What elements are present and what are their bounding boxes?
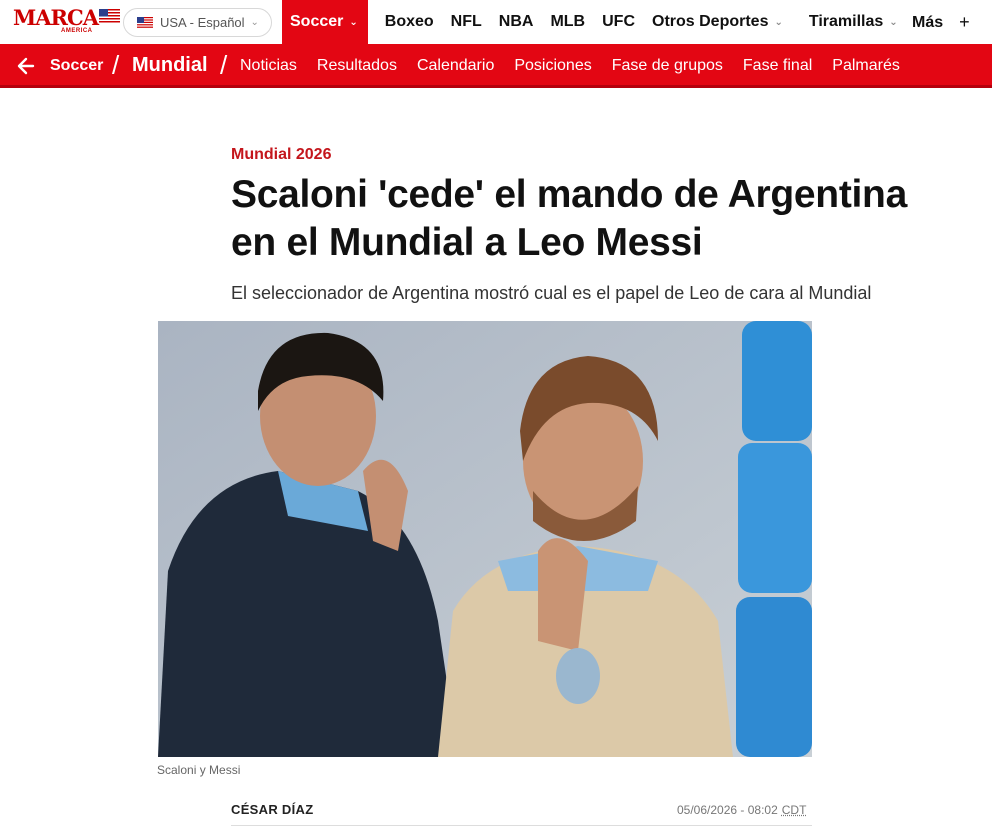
section-bar: Soccer / Mundial / Noticias Resultados C… — [0, 44, 992, 88]
section-subnav: Noticias Resultados Calendario Posicione… — [240, 57, 920, 75]
language-selector[interactable]: USA - Español ⌄ — [123, 8, 272, 37]
article-author[interactable]: CÉSAR DÍAZ — [231, 802, 313, 817]
article-headline: Scaloni 'cede' el mando de Argentina en … — [231, 171, 971, 267]
nav-item-ufc[interactable]: UFC — [602, 13, 635, 31]
nav-item-nfl[interactable]: NFL — [451, 13, 482, 31]
subnav-fase-de-grupos[interactable]: Fase de grupos — [612, 57, 723, 75]
chevron-down-icon: ⌄ — [889, 16, 898, 28]
nav-item-label: Otros Deportes — [652, 13, 769, 30]
chevron-down-icon: ⌄ — [349, 16, 358, 28]
article-subheadline: El seleccionador de Argentina mostró cua… — [231, 283, 872, 303]
breadcrumb-separator: / — [220, 50, 228, 80]
photo-illustration — [158, 321, 812, 757]
subnav-noticias[interactable]: Noticias — [240, 57, 297, 75]
top-navigation: MARCA AMERICA USA - Español ⌄ Soccer ⌄ B… — [0, 0, 992, 44]
nav-item-nba[interactable]: NBA — [499, 13, 534, 31]
article-main-photo[interactable] — [158, 321, 812, 757]
subnav-posiciones[interactable]: Posiciones — [514, 57, 591, 75]
date-value: 05/06/2026 - 08:02 — [677, 803, 778, 817]
plus-icon: + — [959, 12, 970, 32]
article-date: 05/06/2026 - 08:02 CDT — [677, 803, 806, 817]
headline-line-2: en el Mundial a Leo Messi — [231, 221, 703, 264]
breadcrumb-soccer[interactable]: Soccer — [50, 57, 103, 75]
headline-line-1: Scaloni 'cede' el mando de Argentina — [231, 173, 907, 216]
main-nav: Soccer ⌄ Boxeo NFL NBA MLB UFC Otros Dep… — [282, 0, 898, 44]
chevron-down-icon: ⌄ — [250, 17, 259, 28]
language-label: USA - Español — [160, 15, 245, 30]
nav-item-mlb[interactable]: MLB — [550, 13, 585, 31]
nav-item-boxeo[interactable]: Boxeo — [385, 13, 434, 31]
subnav-fase-final[interactable]: Fase final — [743, 57, 812, 75]
subnav-resultados[interactable]: Resultados — [317, 57, 397, 75]
us-flag-icon — [137, 17, 153, 28]
back-arrow-icon[interactable] — [16, 56, 36, 76]
breadcrumb-separator: / — [112, 50, 120, 80]
image-caption: Scaloni y Messi — [157, 763, 241, 777]
marca-logo[interactable]: MARCA AMERICA — [13, 5, 120, 37]
nav-item-otros-deportes[interactable]: Otros Deportes ⌄ — [652, 13, 783, 31]
timezone-label: CDT — [781, 803, 807, 817]
chevron-down-icon: ⌄ — [774, 16, 783, 28]
nav-item-soccer[interactable]: Soccer ⌄ — [282, 0, 368, 44]
logo-edition: AMERICA — [61, 28, 93, 34]
logo-wordmark: MARCA — [13, 5, 99, 30]
us-flag-icon — [99, 9, 120, 24]
byline-divider — [231, 825, 812, 826]
more-label: Más — [912, 13, 944, 31]
subnav-calendario[interactable]: Calendario — [417, 57, 494, 75]
nav-item-label: Soccer — [290, 13, 344, 30]
nav-item-tiramillas[interactable]: Tiramillas ⌄ — [809, 13, 898, 31]
section-title-mundial[interactable]: Mundial — [132, 54, 208, 77]
nav-item-label: Tiramillas — [808, 13, 884, 30]
more-menu-button[interactable]: Más + — [912, 12, 970, 33]
subnav-palmares[interactable]: Palmarés — [832, 57, 900, 75]
article-kicker[interactable]: Mundial 2026 — [231, 146, 331, 164]
